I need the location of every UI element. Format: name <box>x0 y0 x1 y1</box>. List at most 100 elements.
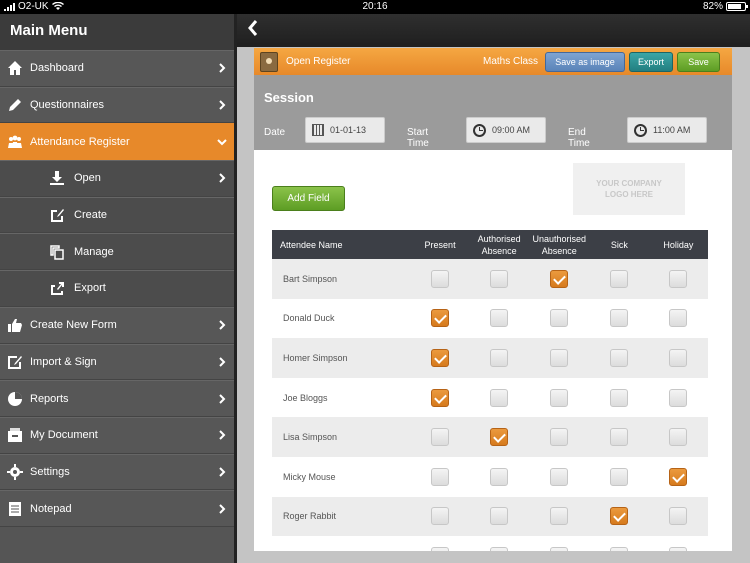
sidebar-item-label: Questionnaires <box>30 99 104 112</box>
back-button[interactable] <box>247 19 259 42</box>
checkbox-cell <box>410 377 470 418</box>
checkbox-cell <box>589 536 649 551</box>
checkbox-cell <box>469 536 529 551</box>
attendance-checkbox[interactable] <box>431 269 450 288</box>
attendance-checkbox[interactable] <box>431 309 450 328</box>
save-button[interactable]: Save <box>677 52 720 72</box>
chevron-right-icon <box>210 60 234 76</box>
attendance-checkbox[interactable] <box>610 269 629 288</box>
attendance-checkbox[interactable] <box>490 388 509 407</box>
attendance-checkbox[interactable] <box>490 467 509 486</box>
checkbox-cell <box>528 377 590 418</box>
sidebar-item-my-document[interactable]: My Document <box>0 416 234 454</box>
attendance-checkbox[interactable] <box>490 507 509 526</box>
table-row: Micky Mouse <box>272 456 708 497</box>
session-title: Session <box>264 90 314 105</box>
date-field[interactable]: 01-01-13 <box>305 117 385 143</box>
attendance-checkbox[interactable] <box>431 467 450 486</box>
attendance-checkbox[interactable] <box>669 546 688 551</box>
attendance-checkbox[interactable] <box>610 467 629 486</box>
sidebar-item-settings[interactable]: Settings <box>0 453 234 491</box>
sidebar-item-export[interactable]: Export <box>0 270 234 307</box>
add-field-button[interactable]: Add Field <box>272 186 345 211</box>
export-button[interactable]: Export <box>629 52 673 72</box>
sidebar-item-label: My Document <box>30 429 98 442</box>
attendance-checkbox[interactable] <box>669 269 688 288</box>
sidebar-item-attendance-register[interactable]: Attendance Register <box>0 123 234 161</box>
attendance-checkbox[interactable] <box>669 388 688 407</box>
attendance-checkbox[interactable] <box>610 507 629 526</box>
sidebar-item-reports[interactable]: Reports <box>0 380 234 417</box>
attendance-checkbox[interactable] <box>669 467 688 486</box>
sidebar-item-create[interactable]: Create <box>0 196 234 234</box>
checkbox-cell <box>648 456 708 497</box>
attendance-checkbox[interactable] <box>610 428 629 447</box>
attendance-checkbox[interactable] <box>490 309 509 328</box>
end-time-field[interactable]: 11:00 AM <box>627 117 707 143</box>
attendance-checkbox[interactable] <box>550 467 569 486</box>
sidebar-item-label: Settings <box>30 465 70 478</box>
checkbox-cell <box>410 496 470 537</box>
checkbox-cell <box>469 338 529 378</box>
sidebar-item-questionnaires[interactable]: Questionnaires <box>0 86 234 124</box>
attendance-checkbox[interactable] <box>550 507 569 526</box>
date-value: 01-01-13 <box>330 125 367 135</box>
attendance-checkbox[interactable] <box>610 348 629 367</box>
attendance-checkbox[interactable] <box>550 546 569 551</box>
sidebar-item-import-sign[interactable]: Import & Sign <box>0 343 234 381</box>
checkbox-cell <box>589 417 649 457</box>
attendance-checkbox[interactable] <box>431 388 450 407</box>
start-time-field[interactable]: 09:00 AM <box>466 117 546 143</box>
sidebar-item-open[interactable]: Open <box>0 160 234 197</box>
table-row: Roger Rabbit <box>272 496 708 537</box>
sidebar-item-notepad[interactable]: Notepad <box>0 490 234 527</box>
checkbox-cell <box>648 298 708 339</box>
attendance-checkbox[interactable] <box>669 507 688 526</box>
chevron-right-icon <box>210 170 234 186</box>
attendance-checkbox[interactable] <box>431 507 450 526</box>
sidebar-item-dashboard[interactable]: Dashboard <box>0 50 234 87</box>
attendance-checkbox[interactable] <box>490 269 509 288</box>
table-row: Joe Bloggs <box>272 377 708 418</box>
checkbox-cell <box>469 298 529 339</box>
attendance-checkbox[interactable] <box>669 309 688 328</box>
checkbox-cell <box>528 417 590 457</box>
attendee-name: Micky Mouse <box>272 456 411 497</box>
checkbox-cell <box>469 417 529 457</box>
column-header: Attendee Name <box>272 230 411 259</box>
checkbox-cell <box>410 536 470 551</box>
checkbox-cell <box>648 338 708 378</box>
attendance-checkbox[interactable] <box>431 348 450 367</box>
attendance-checkbox[interactable] <box>490 546 509 551</box>
attendance-checkbox[interactable] <box>431 428 450 447</box>
attendance-checkbox[interactable] <box>550 269 569 288</box>
start-time-value: 09:00 AM <box>492 125 531 135</box>
save-as-image-button[interactable]: Save as image <box>545 52 625 72</box>
attendance-checkbox[interactable] <box>550 388 569 407</box>
table-row: Donald Duck <box>272 298 708 339</box>
attendee-name: Joe Bloggs <box>272 377 411 418</box>
attendance-checkbox[interactable] <box>490 428 509 447</box>
attendance-checkbox[interactable] <box>610 388 629 407</box>
attendance-checkbox[interactable] <box>490 348 509 367</box>
sidebar-item-create-new-form[interactable]: Create New Form <box>0 306 234 344</box>
attendance-checkbox[interactable] <box>669 348 688 367</box>
attendance-checkbox[interactable] <box>431 546 450 551</box>
attendance-checkbox[interactable] <box>669 428 688 447</box>
attendance-checkbox[interactable] <box>610 309 629 328</box>
sidebar-menu: Dashboard Questionnaires Attendance Regist… <box>0 50 234 527</box>
column-header: Authorised Absence <box>469 230 529 259</box>
attendance-checkbox[interactable] <box>610 546 629 551</box>
calendar-icon <box>312 124 324 136</box>
attendance-checkbox[interactable] <box>550 309 569 328</box>
attendance-checkbox[interactable] <box>550 428 569 447</box>
start-time-label: Start Time <box>407 127 429 149</box>
edit-icon <box>40 206 74 224</box>
attendance-checkbox[interactable] <box>550 348 569 367</box>
chevron-right-icon <box>210 317 234 333</box>
checkbox-cell <box>589 377 649 418</box>
copy-icon <box>40 243 74 261</box>
column-header: Unauthorised Absence <box>528 230 590 259</box>
column-header: Holiday <box>648 230 708 259</box>
sidebar-item-manage[interactable]: Manage <box>0 233 234 271</box>
